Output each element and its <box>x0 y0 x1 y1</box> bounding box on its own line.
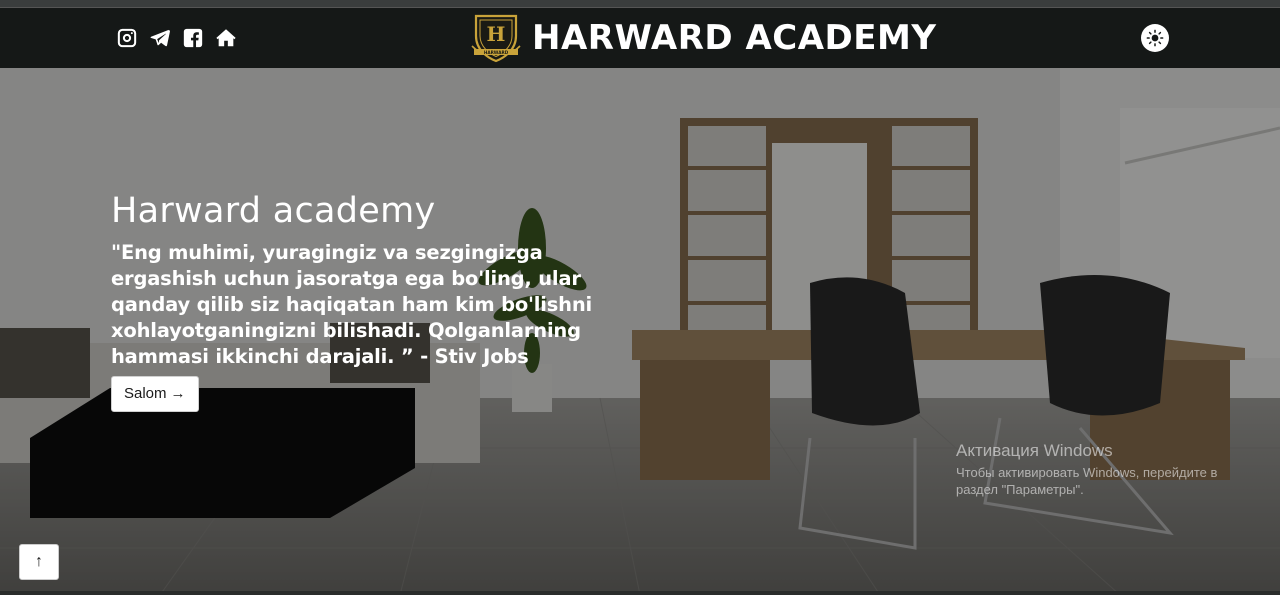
hero-title: Harward academy <box>111 191 436 231</box>
watermark-title: Активация Windows <box>956 441 1113 460</box>
brand[interactable]: H HARWARD HARWARD ACADEMY <box>468 10 936 66</box>
salom-button-label: Salom <box>124 385 167 403</box>
home-icon[interactable] <box>215 27 237 49</box>
svg-text:HARWARD: HARWARD <box>484 50 509 55</box>
hero-section: Harward academy "Eng muhimi, yuragingiz … <box>0 68 1280 595</box>
navbar: H HARWARD HARWARD ACADEMY <box>0 8 1280 68</box>
scroll-to-top-button[interactable]: ↑ <box>19 544 59 580</box>
browser-top-strip <box>0 0 1280 8</box>
instagram-icon[interactable] <box>116 27 138 49</box>
svg-text:H: H <box>487 22 506 46</box>
social-links <box>116 8 237 68</box>
academy-crest-logo: H HARWARD <box>471 14 521 63</box>
sun-icon <box>1146 29 1164 47</box>
hero-content: Harward academy "Eng muhimi, yuragingiz … <box>111 193 651 412</box>
salom-button[interactable]: Salom → <box>111 375 199 412</box>
telegram-icon[interactable] <box>149 27 171 49</box>
arrow-right-icon: → <box>170 385 186 403</box>
windows-activation-watermark: Активация Windows Чтобы активировать Win… <box>956 441 1256 498</box>
hero-quote: "Eng muhimi, yuragingiz va sezgingizga e… <box>111 240 593 368</box>
facebook-icon[interactable] <box>182 27 204 49</box>
arrow-up-icon: ↑ <box>35 553 43 570</box>
watermark-subtitle: Чтобы активировать Windows, перейдите в … <box>956 465 1218 497</box>
bottom-edge <box>0 591 1280 595</box>
theme-toggle-button[interactable] <box>1141 24 1169 52</box>
brand-title: HARWARD ACADEMY <box>532 18 937 58</box>
